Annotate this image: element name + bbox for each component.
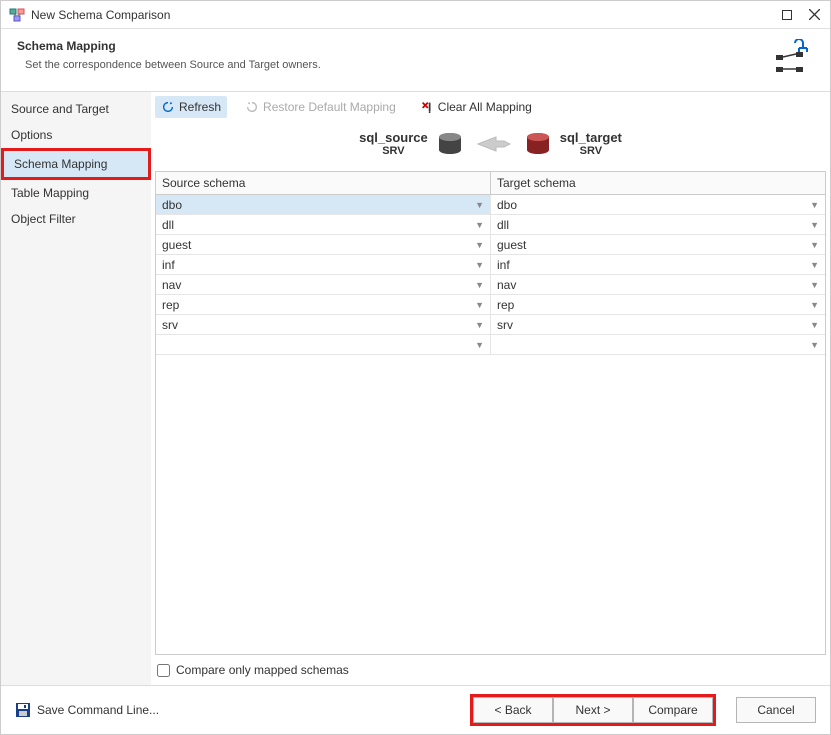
restore-icon: [245, 100, 259, 114]
sidebar-item-options[interactable]: Options: [1, 122, 151, 148]
source-schema-cell[interactable]: nav▼: [156, 275, 491, 294]
save-icon: [15, 702, 31, 718]
main-panel: Refresh Restore Default Mapping Clear Al…: [151, 92, 830, 685]
source-sub: SRV: [359, 145, 428, 157]
chevron-down-icon: ▼: [475, 280, 484, 290]
next-button[interactable]: Next >: [553, 697, 633, 723]
page-header: Schema Mapping Set the correspondence be…: [1, 29, 830, 91]
chevron-down-icon: ▼: [475, 200, 484, 210]
target-schema-cell[interactable]: nav▼: [491, 275, 825, 294]
compare-only-mapped-label[interactable]: Compare only mapped schemas: [176, 663, 349, 677]
wizard-button-group: < Back Next > Compare: [470, 694, 716, 726]
sidebar: Source and TargetOptionsSchema MappingTa…: [1, 92, 151, 685]
source-schema-cell[interactable]: inf▼: [156, 255, 491, 274]
source-schema-cell[interactable]: rep▼: [156, 295, 491, 314]
table-row: nav▼nav▼: [156, 275, 825, 295]
compare-only-mapped-checkbox[interactable]: [157, 664, 170, 677]
arrow-icon: [476, 134, 512, 154]
restore-default-button: Restore Default Mapping: [239, 96, 402, 118]
source-schema-cell[interactable]: srv▼: [156, 315, 491, 334]
target-schema-cell[interactable]: dbo▼: [491, 195, 825, 214]
page-subtitle: Set the correspondence between Source an…: [17, 59, 814, 71]
compare-button[interactable]: Compare: [633, 697, 713, 723]
target-schema-cell[interactable]: guest▼: [491, 235, 825, 254]
target-schema-cell[interactable]: srv▼: [491, 315, 825, 334]
chevron-down-icon: ▼: [810, 200, 819, 210]
refresh-icon: [161, 100, 175, 114]
clear-all-button[interactable]: Clear All Mapping: [414, 96, 538, 118]
target-name: sql_target: [560, 130, 622, 145]
chevron-down-icon: ▼: [810, 280, 819, 290]
content-area: Source and TargetOptionsSchema MappingTa…: [1, 91, 830, 685]
chevron-down-icon: ▼: [810, 240, 819, 250]
table-row: dll▼dll▼: [156, 215, 825, 235]
source-schema-cell[interactable]: dbo▼: [156, 195, 491, 214]
save-command-line-link[interactable]: Save Command Line...: [37, 703, 159, 717]
footer: Save Command Line... < Back Next > Compa…: [1, 685, 830, 734]
chevron-down-icon: ▼: [475, 220, 484, 230]
table-row: srv▼srv▼: [156, 315, 825, 335]
target-schema-cell[interactable]: dll▼: [491, 215, 825, 234]
table-row: guest▼guest▼: [156, 235, 825, 255]
clear-label: Clear All Mapping: [438, 100, 532, 114]
target-db-icon: [524, 132, 552, 156]
clear-icon: [420, 100, 434, 114]
connection-display: sql_source SRV sql_targ: [151, 122, 830, 171]
app-icon: [9, 7, 25, 23]
cancel-button[interactable]: Cancel: [736, 697, 816, 723]
target-schema-cell[interactable]: inf▼: [491, 255, 825, 274]
chevron-down-icon: ▼: [810, 300, 819, 310]
sidebar-item-source-and-target[interactable]: Source and Target: [1, 96, 151, 122]
chevron-down-icon: ▼: [475, 340, 484, 350]
target-schema-header[interactable]: Target schema: [491, 172, 825, 194]
refresh-label: Refresh: [179, 100, 221, 114]
table-row: inf▼inf▼: [156, 255, 825, 275]
chevron-down-icon: ▼: [810, 320, 819, 330]
titlebar: New Schema Comparison: [1, 1, 830, 29]
mapping-table: Source schema Target schema dbo▼dbo▼dll▼…: [155, 171, 826, 655]
target-schema-cell[interactable]: rep▼: [491, 295, 825, 314]
refresh-button[interactable]: Refresh: [155, 96, 227, 118]
sidebar-item-schema-mapping[interactable]: Schema Mapping: [1, 148, 151, 180]
source-schema-cell[interactable]: guest▼: [156, 235, 491, 254]
close-button[interactable]: [806, 7, 822, 23]
back-button[interactable]: < Back: [473, 697, 553, 723]
chevron-down-icon: ▼: [810, 220, 819, 230]
source-name: sql_source: [359, 130, 428, 145]
maximize-button[interactable]: [782, 10, 792, 20]
table-row: dbo▼dbo▼: [156, 195, 825, 215]
window-title: New Schema Comparison: [31, 8, 782, 22]
chevron-down-icon: ▼: [810, 340, 819, 350]
chevron-down-icon: ▼: [475, 320, 484, 330]
chevron-down-icon: ▼: [475, 300, 484, 310]
table-row: ▼▼: [156, 335, 825, 355]
sidebar-item-object-filter[interactable]: Object Filter: [1, 206, 151, 232]
source-schema-cell[interactable]: ▼: [156, 335, 491, 354]
source-schema-header[interactable]: Source schema: [156, 172, 491, 194]
source-schema-cell[interactable]: dll▼: [156, 215, 491, 234]
sidebar-item-table-mapping[interactable]: Table Mapping: [1, 180, 151, 206]
chevron-down-icon: ▼: [475, 240, 484, 250]
target-sub: SRV: [560, 145, 622, 157]
page-title: Schema Mapping: [17, 39, 814, 53]
restore-label: Restore Default Mapping: [263, 100, 396, 114]
source-db-icon: [436, 132, 464, 156]
chevron-down-icon: ▼: [810, 260, 819, 270]
table-row: rep▼rep▼: [156, 295, 825, 315]
target-schema-cell[interactable]: ▼: [491, 335, 825, 354]
schema-map-icon: [774, 39, 814, 78]
chevron-down-icon: ▼: [475, 260, 484, 270]
toolbar: Refresh Restore Default Mapping Clear Al…: [151, 92, 830, 122]
